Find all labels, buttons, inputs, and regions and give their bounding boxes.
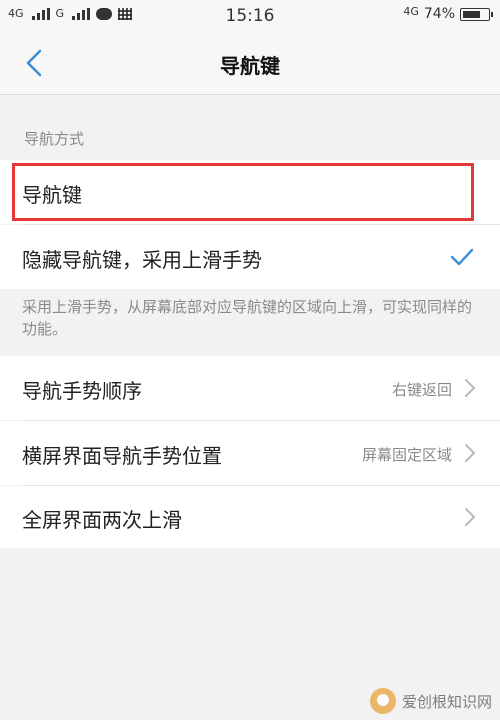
battery-icon	[460, 7, 493, 21]
setting-label: 全屏界面两次上滑	[22, 508, 182, 532]
annotation-highlight	[12, 163, 474, 221]
setting-gesture-order[interactable]: 导航手势顺序 右键返回	[0, 356, 500, 420]
watermark-text: 爱创根知识网	[401, 692, 492, 711]
chevron-right-icon	[465, 508, 475, 526]
setting-label: 横屏界面导航手势位置	[22, 444, 222, 468]
setting-value: 屏幕固定区域	[361, 446, 452, 464]
chevron-right-icon	[465, 444, 475, 462]
option-label: 隐藏导航键，采用上滑手势	[22, 248, 262, 272]
status-bar: 4G G 15:16 4G 74%	[0, 0, 500, 32]
navigation-bar: 导航键	[0, 32, 500, 95]
setting-fullscreen-swipe[interactable]: 全屏界面两次上滑	[0, 486, 500, 548]
page-title: 导航键	[220, 54, 280, 78]
section-label: 导航方式	[24, 130, 85, 148]
watermark: 爱创根知识网	[369, 688, 492, 714]
checkmark-icon	[450, 248, 474, 266]
description-text: 采用上滑手势，从屏幕底部对应导航键的区域向上滑，可实现同样的功能。	[22, 298, 473, 338]
setting-label: 导航手势顺序	[22, 379, 142, 403]
chevron-right-icon	[465, 379, 475, 397]
battery-percent: 74%	[423, 6, 455, 22]
status-right: 4G 74%	[403, 4, 493, 22]
network-type-right: 4G	[403, 4, 419, 18]
setting-value: 右键返回	[391, 381, 452, 399]
option-gesture[interactable]: 隐藏导航键，采用上滑手势	[0, 225, 500, 289]
watermark-logo-icon	[369, 688, 396, 714]
setting-landscape-position[interactable]: 横屏界面导航手势位置 屏幕固定区域	[0, 421, 500, 485]
